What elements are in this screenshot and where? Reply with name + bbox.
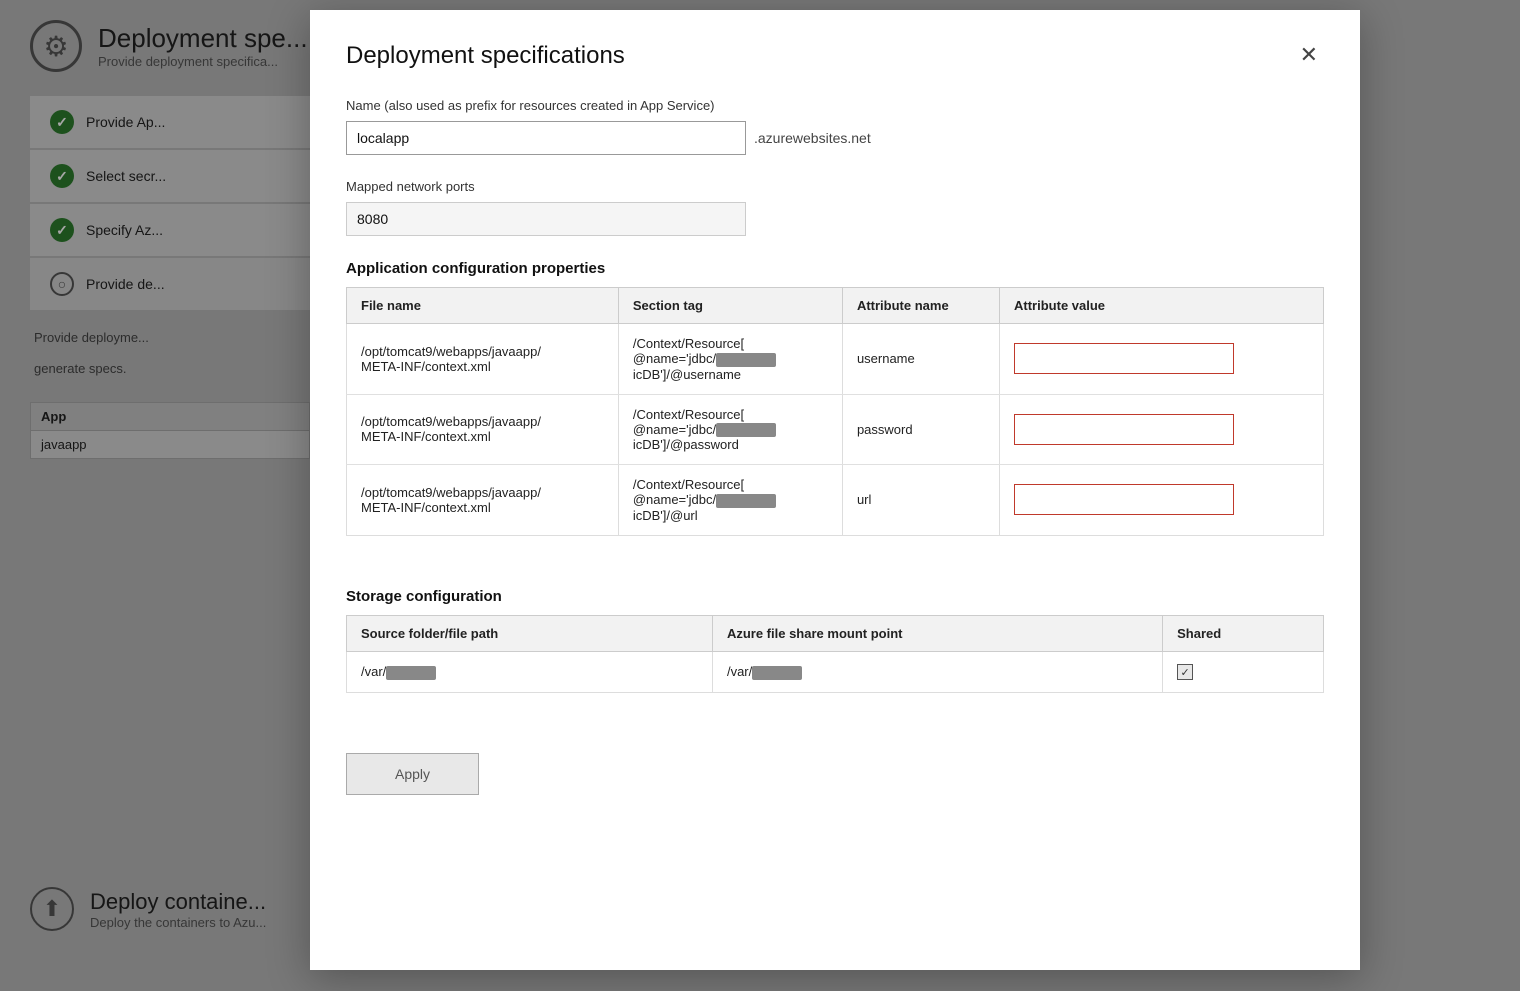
name-row: .azurewebsites.net [346,121,1324,155]
col-section-tag: Section tag [618,288,842,324]
storage-config-section: Storage configuration Source folder/file… [346,588,1324,722]
redacted-3 [716,494,776,508]
ports-label: Mapped network ports [346,179,1324,194]
app-config-table-body: /opt/tomcat9/webapps/javaapp/META-INF/co… [347,324,1324,536]
cell-mount-point-1: /var/ [712,651,1162,693]
cell-attr-name-3: url [842,465,999,536]
col-file-name: File name [347,288,619,324]
table-row: /opt/tomcat9/webapps/javaapp/META-INF/co… [347,465,1324,536]
apply-button-container: Apply [346,745,1324,795]
shared-checkbox[interactable]: ✓ [1177,664,1193,680]
app-config-heading: Application configuration properties [346,260,1324,277]
apply-button[interactable]: Apply [346,753,479,795]
deployment-specs-modal: Deployment specifications ✕ Name (also u… [310,10,1360,970]
cell-attr-value-3 [1000,465,1324,536]
redacted-mount [752,666,802,680]
username-value-input[interactable] [1014,343,1234,374]
app-config-table-head: File name Section tag Attribute name Att… [347,288,1324,324]
cell-attr-value-2 [1000,394,1324,465]
cell-file-name-1: /opt/tomcat9/webapps/javaapp/META-INF/co… [347,324,619,395]
name-suffix: .azurewebsites.net [754,130,871,146]
col-attribute-value: Attribute value [1000,288,1324,324]
cell-source-path-1: /var/ [347,651,713,693]
cell-attr-name-1: username [842,324,999,395]
name-section: Name (also used as prefix for resources … [346,98,1324,155]
cell-file-name-2: /opt/tomcat9/webapps/javaapp/META-INF/co… [347,394,619,465]
cell-section-tag-2: /Context/Resource[ @name='jdbc/ icDB']/@… [618,394,842,465]
col-shared: Shared [1163,615,1324,651]
col-attribute-name: Attribute name [842,288,999,324]
cell-attr-value-1 [1000,324,1324,395]
storage-table-head: Source folder/file path Azure file share… [347,615,1324,651]
col-source-path: Source folder/file path [347,615,713,651]
col-mount-point: Azure file share mount point [712,615,1162,651]
cell-section-tag-1: /Context/Resource[ @name='jdbc/ icDB']/@… [618,324,842,395]
storage-config-heading: Storage configuration [346,588,1324,605]
password-value-input[interactable] [1014,414,1234,445]
name-label: Name (also used as prefix for resources … [346,98,1324,113]
app-config-header-row: File name Section tag Attribute name Att… [347,288,1324,324]
storage-config-table: Source folder/file path Azure file share… [346,615,1324,694]
app-config-section: Application configuration properties Fil… [346,260,1324,564]
name-input[interactable] [346,121,746,155]
ports-input[interactable] [346,202,746,236]
table-row: /opt/tomcat9/webapps/javaapp/META-INF/co… [347,394,1324,465]
cell-shared-1: ✓ [1163,651,1324,693]
cell-file-name-3: /opt/tomcat9/webapps/javaapp/META-INF/co… [347,465,619,536]
modal-close-button[interactable]: ✕ [1294,42,1324,68]
ports-section: Mapped network ports [346,179,1324,236]
table-row: /var/ /var/ ✓ [347,651,1324,693]
app-config-table: File name Section tag Attribute name Att… [346,287,1324,536]
redacted-2 [716,423,776,437]
cell-section-tag-3: /Context/Resource[ @name='jdbc/ icDB']/@… [618,465,842,536]
modal-title: Deployment specifications [346,42,625,70]
table-row: /opt/tomcat9/webapps/javaapp/META-INF/co… [347,324,1324,395]
redacted-1 [716,353,776,367]
storage-table-body: /var/ /var/ ✓ [347,651,1324,693]
modal-header: Deployment specifications ✕ [346,42,1324,70]
redacted-source [386,666,436,680]
cell-attr-name-2: password [842,394,999,465]
storage-header-row: Source folder/file path Azure file share… [347,615,1324,651]
url-value-input[interactable] [1014,484,1234,515]
